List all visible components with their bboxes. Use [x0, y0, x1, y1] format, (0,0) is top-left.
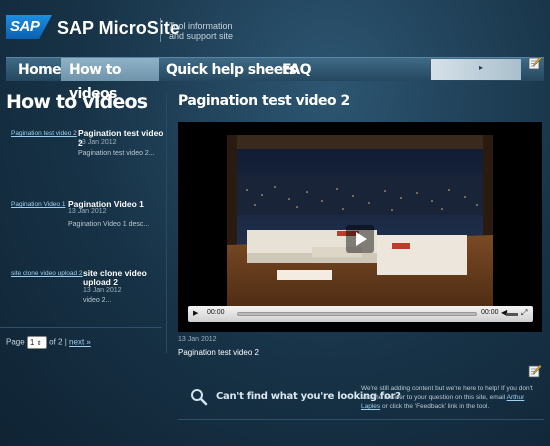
video-player[interactable]: ▶ 00:00 00:00 ◀ ⤢	[178, 122, 542, 332]
video-published-date: 13 Jan 2012	[178, 336, 217, 343]
pager-of-text: of 2 |	[49, 337, 67, 347]
sidebar-divider	[166, 93, 167, 353]
title-divider	[160, 18, 161, 42]
video-date: 13 Jan 2012	[83, 287, 122, 294]
magnifier-icon	[191, 389, 208, 406]
nav-how-to-videos[interactable]: How to videos	[61, 58, 159, 102]
volume-slider[interactable]	[506, 313, 518, 316]
play-icon[interactable]	[346, 225, 374, 253]
video-thumb-link[interactable]: Pagination Video 1	[11, 201, 65, 208]
feedback-icon[interactable]	[528, 364, 542, 378]
play-control-icon[interactable]: ▶	[193, 309, 198, 317]
sap-logo[interactable]: SAP	[6, 15, 52, 39]
video-date: 13 Jan 2012	[78, 139, 117, 146]
fullscreen-icon[interactable]: ⤢	[521, 308, 527, 318]
search-input[interactable]: ▸	[431, 59, 521, 80]
video-desc: Pagination Video 1 desc...	[68, 221, 150, 228]
help-text-part-2: or click the 'Feedback' link in the tool…	[380, 403, 490, 410]
help-text: We're still adding content but we're her…	[361, 384, 544, 411]
current-time: 00:00	[207, 309, 225, 316]
nav-faq[interactable]: FAQ	[274, 58, 319, 81]
video-thumb-link[interactable]: Pagination test video 2	[11, 130, 77, 137]
player-controls: ▶ 00:00 00:00 ◀ ⤢	[188, 306, 533, 322]
video-title-line-2[interactable]: upload 2	[83, 277, 118, 287]
duration-time: 00:00	[481, 309, 499, 316]
sidebar-title: How to videos	[6, 91, 148, 113]
site-header: SAP SAP MicroSite Tool information and s…	[0, 0, 550, 55]
pager-prefix: Page	[6, 337, 25, 347]
page-title: Pagination test video 2	[178, 93, 350, 109]
progress-bar[interactable]	[237, 312, 477, 316]
site-title[interactable]: SAP MicroSite	[57, 18, 180, 39]
video-desc: Pagination test video 2...	[78, 150, 155, 157]
search-go-icon[interactable]: ▸	[479, 63, 483, 72]
site-tagline: Tool information and support site	[169, 21, 249, 41]
pagination: Page 1 ⇕ of 2 | next »	[6, 336, 91, 349]
video-caption: Pagination test video 2	[178, 348, 259, 357]
next-page-link[interactable]: next »	[69, 338, 91, 347]
help-box: Can't find what you're looking for? We'r…	[178, 380, 544, 420]
page-select-value: 1	[29, 338, 35, 347]
video-desc: video 2...	[83, 297, 112, 304]
tagline-line-2: and support site	[169, 31, 234, 41]
page-select[interactable]: 1 ⇕	[26, 336, 47, 349]
pager-divider	[0, 327, 162, 328]
video-sidebar: How to videos Pagination test video 2 Pa…	[0, 90, 167, 360]
main-nav: Home How to videos Quick help sheets FAQ…	[6, 57, 544, 102]
video-frame[interactable]	[227, 135, 493, 315]
video-thumb-link[interactable]: site clone video upload 2	[11, 270, 83, 277]
chevron-updown-icon: ⇕	[36, 341, 42, 347]
video-date: 13 Jan 2012	[68, 208, 107, 215]
tagline-line-1: Tool information	[169, 21, 233, 31]
feedback-icon[interactable]	[528, 56, 542, 70]
